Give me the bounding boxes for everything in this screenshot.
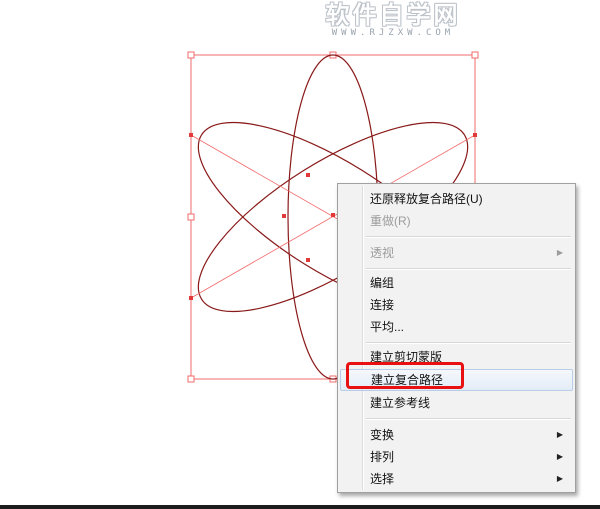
menu-item-redo[interactable]: 重做(R) <box>340 210 573 232</box>
menu-item-average[interactable]: 平均... <box>340 316 573 338</box>
anchor-point[interactable] <box>331 213 335 217</box>
bottom-edge-bar <box>0 505 600 509</box>
menu-item-label: 平均... <box>370 320 405 334</box>
anchor-point[interactable] <box>306 173 310 177</box>
menu-item-label: 透视 <box>370 246 395 260</box>
menu-item-undo-release-compound-path[interactable]: 还原释放复合路径(U) <box>340 188 573 210</box>
context-menu: 还原释放复合路径(U) 重做(R) 透视 ▶ 编组 连接 平均... 建立剪切蒙… <box>337 183 576 493</box>
menu-item-label: 重做(R) <box>370 214 411 228</box>
menu-item-transform[interactable]: 变换 ▶ <box>340 424 573 446</box>
menu-item-perspective[interactable]: 透视 ▶ <box>340 242 573 264</box>
submenu-arrow-icon: ▶ <box>556 452 563 461</box>
menu-item-label: 排列 <box>370 450 395 464</box>
submenu-arrow-icon: ▶ <box>556 474 563 483</box>
menu-separator <box>366 418 571 420</box>
menu-item-label: 连接 <box>370 298 395 312</box>
menu-item-make-guides[interactable]: 建立参考线 <box>340 392 573 414</box>
menu-separator <box>366 268 571 270</box>
submenu-arrow-icon: ▶ <box>556 248 563 257</box>
anchor-point[interactable] <box>473 133 477 137</box>
handle-top-right[interactable] <box>471 51 479 59</box>
anchor-point[interactable] <box>189 133 193 137</box>
menu-item-select[interactable]: 选择 ▶ <box>340 468 573 490</box>
anchor-point[interactable] <box>189 296 193 300</box>
anchor-point[interactable] <box>306 258 310 262</box>
menu-separator <box>366 236 571 238</box>
menu-item-label: 变换 <box>370 428 395 442</box>
submenu-arrow-icon: ▶ <box>556 430 563 439</box>
handle-top-left[interactable] <box>187 51 195 59</box>
menu-item-label: 还原释放复合路径(U) <box>370 192 483 206</box>
annotation-highlight-box <box>346 362 464 389</box>
menu-item-label: 编组 <box>370 276 395 290</box>
menu-item-arrange[interactable]: 排列 ▶ <box>340 446 573 468</box>
menu-item-join[interactable]: 连接 <box>340 294 573 316</box>
menu-separator <box>366 342 571 344</box>
handle-bottom-left[interactable] <box>187 375 195 383</box>
menu-item-group[interactable]: 编组 <box>340 272 573 294</box>
anchor-point[interactable] <box>282 214 286 218</box>
handle-middle-left[interactable] <box>187 213 195 221</box>
menu-item-label: 选择 <box>370 472 395 486</box>
menu-item-label: 建立参考线 <box>370 396 431 410</box>
